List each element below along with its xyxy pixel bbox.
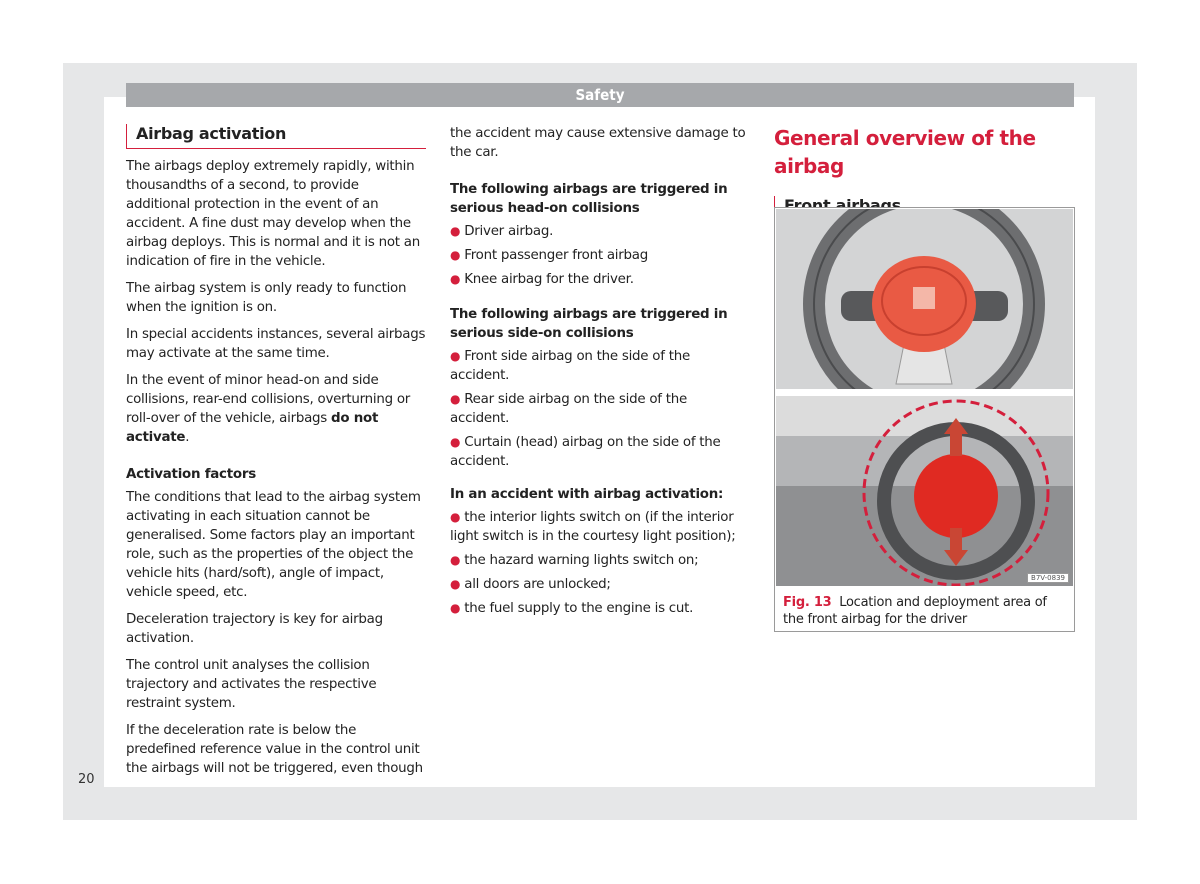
paragraph: The conditions that lead to the airbag s…	[126, 490, 421, 600]
head-on-heading: The following airbags are triggered in s…	[450, 182, 728, 216]
item-text: all doors are unlocked;	[464, 577, 611, 592]
paragraph: In special accidents instances, several …	[126, 327, 426, 361]
bullet-icon: ●	[450, 392, 461, 406]
paragraph: the accident may cause extensive damage …	[450, 126, 746, 160]
activation-list: ● the interior lights switch on (if the i…	[450, 508, 750, 618]
paragraph: Deceleration trajectory is key for airba…	[126, 612, 383, 646]
side-on-list: ● Front side airbag on the side of the ac…	[450, 347, 750, 471]
item-text: Curtain (head) airbag on the side of the…	[450, 435, 721, 469]
page-number: 20	[78, 772, 95, 787]
bullet-icon: ●	[450, 601, 461, 615]
item-text: the fuel supply to the engine is cut.	[464, 601, 694, 616]
bullet-icon: ●	[450, 510, 461, 524]
bullet-icon: ●	[450, 349, 461, 363]
list-item: ● Front passenger front airbag	[450, 246, 750, 265]
head-on-list: ● Driver airbag. ● Front passenger front a…	[450, 222, 750, 289]
section-header: Safety	[126, 83, 1074, 107]
deployment-area-illustration: B7V-0839	[776, 396, 1073, 586]
item-text: Rear side airbag on the side of the acci…	[450, 392, 687, 426]
activation-heading: In an accident with airbag activation:	[450, 487, 724, 502]
list-item: ● Front side airbag on the side of the ac…	[450, 347, 750, 385]
item-text: Front passenger front airbag	[464, 248, 648, 263]
figure-label: Fig. 13	[783, 595, 832, 610]
item-text: the hazard warning lights switch on;	[464, 553, 699, 568]
paragraph: If the deceleration rate is below the pr…	[126, 723, 423, 776]
figure-caption: Fig. 13 Location and deployment area of …	[783, 594, 1067, 628]
item-text: Driver airbag.	[464, 224, 554, 239]
airbag-deployment-icon	[776, 396, 1073, 586]
list-item: ● all doors are unlocked;	[450, 575, 750, 594]
item-text: Knee airbag for the driver.	[464, 272, 634, 287]
steering-wheel-icon	[803, 209, 1045, 389]
section-title: General overview of the airbag	[774, 126, 1036, 178]
figure-13: B7V-0839 Fig. 13 Location and deployment…	[774, 207, 1075, 632]
list-item: ● Knee airbag for the driver.	[450, 270, 750, 289]
list-item: ● the fuel supply to the engine is cut.	[450, 599, 750, 618]
list-item: ● Rear side airbag on the side of the acc…	[450, 390, 750, 428]
list-item: ● the interior lights switch on (if the i…	[450, 508, 750, 546]
paragraph: In the event of minor head-on and side c…	[126, 371, 426, 447]
activation-factors-heading: Activation factors	[126, 467, 256, 482]
paragraph: The airbag system is only ready to funct…	[126, 281, 407, 315]
figure-code: B7V-0839	[1027, 573, 1069, 583]
steering-wheel-illustration	[776, 209, 1073, 389]
bullet-icon: ●	[450, 553, 461, 567]
bullet-icon: ●	[450, 435, 461, 449]
paragraph: The airbags deploy extremely rapidly, wi…	[126, 159, 420, 269]
middle-column: the accident may cause extensive damage …	[450, 124, 750, 623]
item-text: the interior lights switch on (if the in…	[450, 510, 736, 544]
bullet-icon: ●	[450, 248, 461, 262]
paragraph: The control unit analyses the collision …	[126, 658, 377, 711]
list-item: ● the hazard warning lights switch on;	[450, 551, 750, 570]
bullet-icon: ●	[450, 272, 461, 286]
left-column: Airbag activation The airbags deploy ext…	[126, 124, 426, 786]
bullet-icon: ●	[450, 224, 461, 238]
airbag-activation-heading: Airbag activation	[126, 124, 426, 149]
list-item: ● Curtain (head) airbag on the side of th…	[450, 433, 750, 471]
bullet-icon: ●	[450, 577, 461, 591]
text: .	[185, 430, 190, 445]
list-item: ● Driver airbag.	[450, 222, 750, 241]
side-on-heading: The following airbags are triggered in s…	[450, 307, 728, 341]
item-text: Front side airbag on the side of the acc…	[450, 349, 690, 383]
